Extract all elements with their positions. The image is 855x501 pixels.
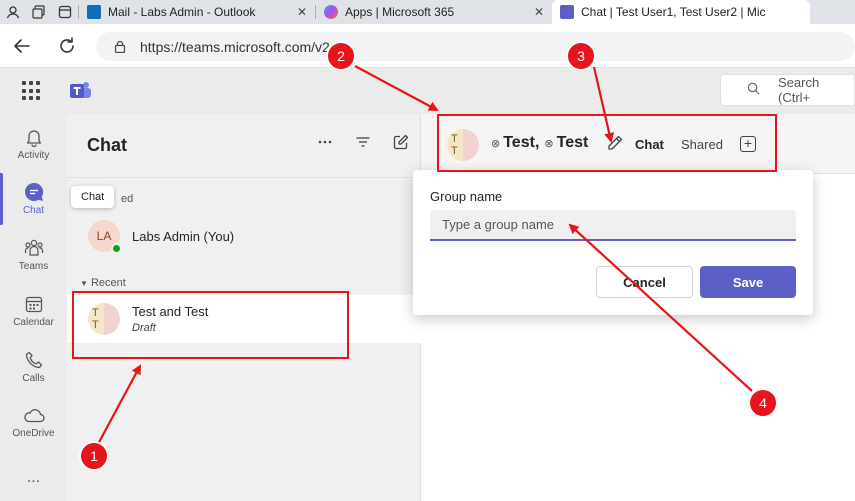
pinned-section-label: ed (121, 193, 134, 205)
collections-icon[interactable] (26, 0, 52, 24)
search-placeholder: Search (Ctrl+ (778, 75, 820, 105)
recent-label-text: Recent (90, 277, 126, 289)
close-icon[interactable]: ✕ (526, 5, 544, 19)
rail-item-activity[interactable]: Activity (0, 118, 67, 170)
rail-label: Calls (22, 373, 45, 384)
search-input[interactable]: Search (Ctrl+ (720, 74, 855, 106)
tab-label: Mail - Labs Admin - Outlook (108, 5, 256, 19)
caret-down-icon: ▼ (80, 279, 88, 288)
more-apps-button[interactable]: ... (0, 452, 67, 501)
divider (67, 177, 421, 178)
bell-icon (24, 127, 44, 147)
browser-tab-teams[interactable]: Chat | Test User1, Test User2 | Mic (552, 0, 810, 24)
chat-tooltip: Chat (71, 186, 115, 208)
rail-label: OneDrive (12, 428, 55, 439)
rail-item-onedrive[interactable]: OneDrive (0, 396, 67, 448)
group-name-dialog: Group name Cancel Save (413, 170, 813, 315)
browser-tab-m365[interactable]: Apps | Microsoft 365 ✕ (316, 0, 552, 24)
rail-active-indicator (0, 173, 3, 225)
teams-logo-icon (70, 82, 91, 98)
rail-item-calls[interactable]: Calls (0, 341, 67, 393)
app-launcher-icon[interactable] (22, 81, 42, 101)
group-name-input[interactable] (430, 210, 796, 241)
recent-section-label[interactable]: ▼ Recent (80, 277, 126, 289)
cloud-icon (23, 405, 45, 425)
rail-item-chat[interactable]: Chat (0, 173, 67, 225)
profile-icon[interactable] (0, 0, 26, 24)
annotation-box-recent-chat (72, 291, 349, 359)
back-arrow-icon[interactable] (12, 36, 32, 61)
calendar-icon (25, 294, 43, 314)
teams-icon (560, 5, 574, 19)
chat-item-name: Labs Admin (You) (132, 228, 235, 244)
lock-icon[interactable] (114, 40, 126, 53)
cancel-button[interactable]: Cancel (596, 266, 693, 298)
save-button[interactable]: Save (700, 266, 796, 298)
left-rail: Activity Chat Teams Calendar Calls OneDr… (0, 114, 67, 501)
new-chat-icon[interactable] (393, 134, 409, 155)
close-icon[interactable]: ✕ (289, 5, 307, 19)
tab-actions-icon[interactable] (52, 0, 78, 24)
browser-tab-outlook[interactable]: Mail - Labs Admin - Outlook ✕ (79, 0, 315, 24)
outlook-icon (87, 5, 101, 19)
more-icon: ... (26, 469, 41, 486)
rail-label: Activity (17, 150, 50, 161)
chat-list-toolbar (317, 134, 409, 155)
teams-icon (24, 238, 44, 258)
group-name-label: Group name (430, 189, 503, 204)
url-field[interactable]: https://teams.microsoft.com/v2 (96, 32, 855, 61)
rail-item-calendar[interactable]: Calendar (0, 285, 67, 337)
address-bar: https://teams.microsoft.com/v2 (0, 24, 855, 68)
avatar-initials: LA (96, 229, 112, 243)
url-text: https://teams.microsoft.com/v2 (140, 38, 330, 55)
rail-label: Chat (22, 205, 45, 216)
teams-header: Search (Ctrl+ (0, 68, 855, 114)
presence-available-icon (111, 243, 122, 254)
rail-label: Calendar (13, 317, 54, 328)
phone-icon (25, 350, 43, 370)
rail-label: Teams (18, 261, 49, 272)
filter-icon[interactable] (355, 134, 371, 155)
annotation-box-chat-header (437, 114, 777, 172)
rail-item-teams[interactable]: Teams (0, 229, 67, 281)
m365-icon (324, 5, 338, 19)
chat-list-title: Chat (87, 135, 127, 155)
more-options-icon[interactable] (317, 134, 333, 155)
avatar: LA (88, 220, 122, 254)
refresh-icon[interactable] (57, 36, 77, 61)
tab-label: Chat | Test User1, Test User2 | Mic (581, 5, 766, 19)
chat-item-text: Labs Admin (You) (132, 229, 234, 244)
chat-item-labs-admin[interactable]: LA Labs Admin (You) (67, 212, 421, 260)
tab-label: Apps | Microsoft 365 (345, 5, 455, 19)
search-icon (747, 82, 760, 98)
browser-tab-bar: Mail - Labs Admin - Outlook ✕ Apps | Mic… (0, 0, 855, 24)
chat-icon (23, 182, 45, 202)
